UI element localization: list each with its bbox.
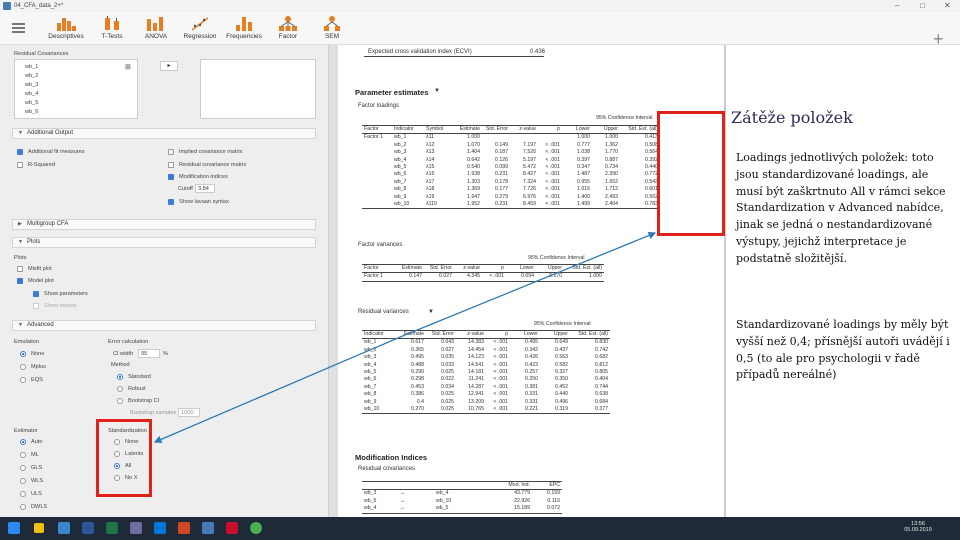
powerpoint-icon[interactable] [178,522,190,534]
edge-icon[interactable] [58,522,70,534]
chrome-icon[interactable] [250,522,262,534]
file-explorer-icon[interactable] [34,523,44,533]
annotation-arrow [153,231,657,444]
app-icon[interactable] [130,522,142,534]
mail-icon[interactable] [154,522,166,534]
start-icon[interactable] [8,522,20,534]
acrobat-icon[interactable] [226,522,238,534]
word-icon[interactable] [82,522,94,534]
jasp-icon[interactable] [202,522,214,534]
taskbar: 13:56 05.09.2019 [0,517,960,540]
system-clock[interactable]: 13:56 05.09.2019 [896,521,940,533]
excel-icon[interactable] [106,522,118,534]
